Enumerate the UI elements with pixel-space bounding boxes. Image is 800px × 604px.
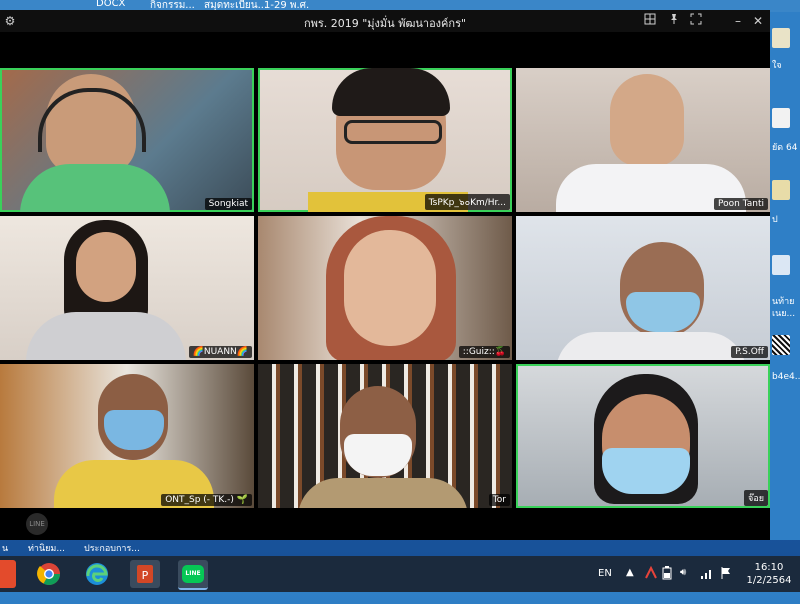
fullscreen-icon[interactable] (688, 13, 704, 29)
system-clock[interactable]: 16:10 1/2/2564 (742, 561, 796, 587)
document-icon[interactable] (772, 255, 790, 275)
desktop-label[interactable]: ใจ (772, 58, 782, 72)
clock-date: 1/2/2564 (746, 575, 792, 586)
powerpoint-icon[interactable]: P (130, 560, 160, 588)
desktop-label[interactable]: ท่านิยม... (28, 541, 65, 555)
participant-name: Poon Tanti (714, 198, 768, 210)
participant-tile[interactable]: P.S.Off (516, 216, 770, 360)
participant-name: Songkiat (204, 198, 252, 210)
line-icon[interactable]: LINE (178, 560, 208, 590)
participant-video (332, 68, 450, 116)
language-indicator[interactable]: EN (598, 568, 612, 604)
desktop-label[interactable]: ยัด 64 (772, 140, 797, 154)
volume-icon[interactable]: 🔊︎ (680, 567, 686, 603)
participant-video (20, 164, 170, 212)
pin-icon[interactable] (666, 13, 682, 29)
participant-name: จ๊อย (744, 490, 768, 506)
minimize-icon[interactable]: – (730, 13, 746, 29)
acrobat-icon[interactable] (644, 565, 658, 602)
desktop-label[interactable]: ป (772, 212, 778, 226)
line-app-label: LINE (182, 565, 204, 583)
participant-tile[interactable]: ::Guiz::🍒 (258, 216, 512, 360)
participant-name: P.S.Off (731, 346, 768, 358)
participant-tile[interactable]: Tor (258, 364, 512, 508)
face-mask-icon (602, 448, 690, 494)
document-icon[interactable] (772, 108, 790, 128)
video-grid: Songkiat TsPKp_๖๐Km/Hr... Poon Tanti 🌈NU… (0, 68, 770, 512)
desktop-label[interactable]: b4e4... (772, 372, 800, 382)
firefox-icon[interactable] (0, 560, 16, 588)
network-icon[interactable] (700, 566, 714, 602)
edge-icon[interactable] (82, 560, 112, 588)
participant-tile[interactable]: Poon Tanti (516, 68, 770, 212)
eyeglasses-icon (344, 120, 442, 144)
participant-tile[interactable]: TsPKp_๖๐Km/Hr... (258, 68, 512, 212)
participant-name: TsPKp_๖๐Km/Hr... (424, 194, 510, 210)
clock-time: 16:10 (754, 562, 784, 573)
title-bar: ⚙ กพร. 2019 "มุ่งมั่น พัฒนาองค์กร" – ✕ (0, 10, 770, 32)
participant-tile[interactable]: Songkiat (0, 68, 254, 212)
qr-code-icon[interactable] (772, 335, 790, 355)
participant-video (556, 332, 746, 360)
participant-video (298, 478, 468, 508)
chevron-up-icon[interactable]: ▲ (626, 567, 634, 603)
participant-name: Tor (488, 494, 510, 506)
folder-icon[interactable] (772, 28, 790, 48)
gallery-view-icon[interactable] (642, 13, 658, 29)
line-logo: LINE (26, 513, 48, 535)
participant-name: ::Guiz::🍒 (458, 346, 510, 358)
participant-tile[interactable]: ONT_Sp (- TK.-) 🌱 (0, 364, 254, 508)
folder-icon[interactable] (772, 180, 790, 200)
battery-icon[interactable] (662, 566, 672, 602)
participant-video (76, 232, 136, 302)
participant-video (610, 74, 684, 166)
participant-video (26, 312, 186, 360)
chrome-icon[interactable] (34, 560, 64, 588)
close-icon[interactable]: ✕ (750, 13, 766, 29)
face-mask-icon (344, 434, 412, 476)
participant-name: ONT_Sp (- TK.-) 🌱 (161, 494, 252, 506)
taskbar: P LINE EN ▲ 🔊︎ 16:10 1/2/2564 (0, 556, 800, 592)
desktop-label[interactable]: เนย... (772, 306, 795, 320)
flag-icon[interactable] (720, 566, 732, 602)
participant-video (344, 230, 436, 346)
desktop-right-column (770, 12, 800, 540)
desktop-label[interactable]: DOCX (96, 0, 125, 9)
desktop-label[interactable]: ประกอบการ... (84, 541, 140, 555)
participant-tile[interactable]: จ๊อย (516, 364, 770, 508)
meeting-window: ⚙ กพร. 2019 "มุ่งมั่น พัฒนาองค์กร" – ✕ S… (0, 10, 770, 540)
svg-text:P: P (142, 569, 149, 582)
desktop-label[interactable]: น (2, 541, 8, 555)
participant-name: 🌈NUANN🌈 (188, 346, 252, 358)
participant-tile[interactable]: 🌈NUANN🌈 (0, 216, 254, 360)
